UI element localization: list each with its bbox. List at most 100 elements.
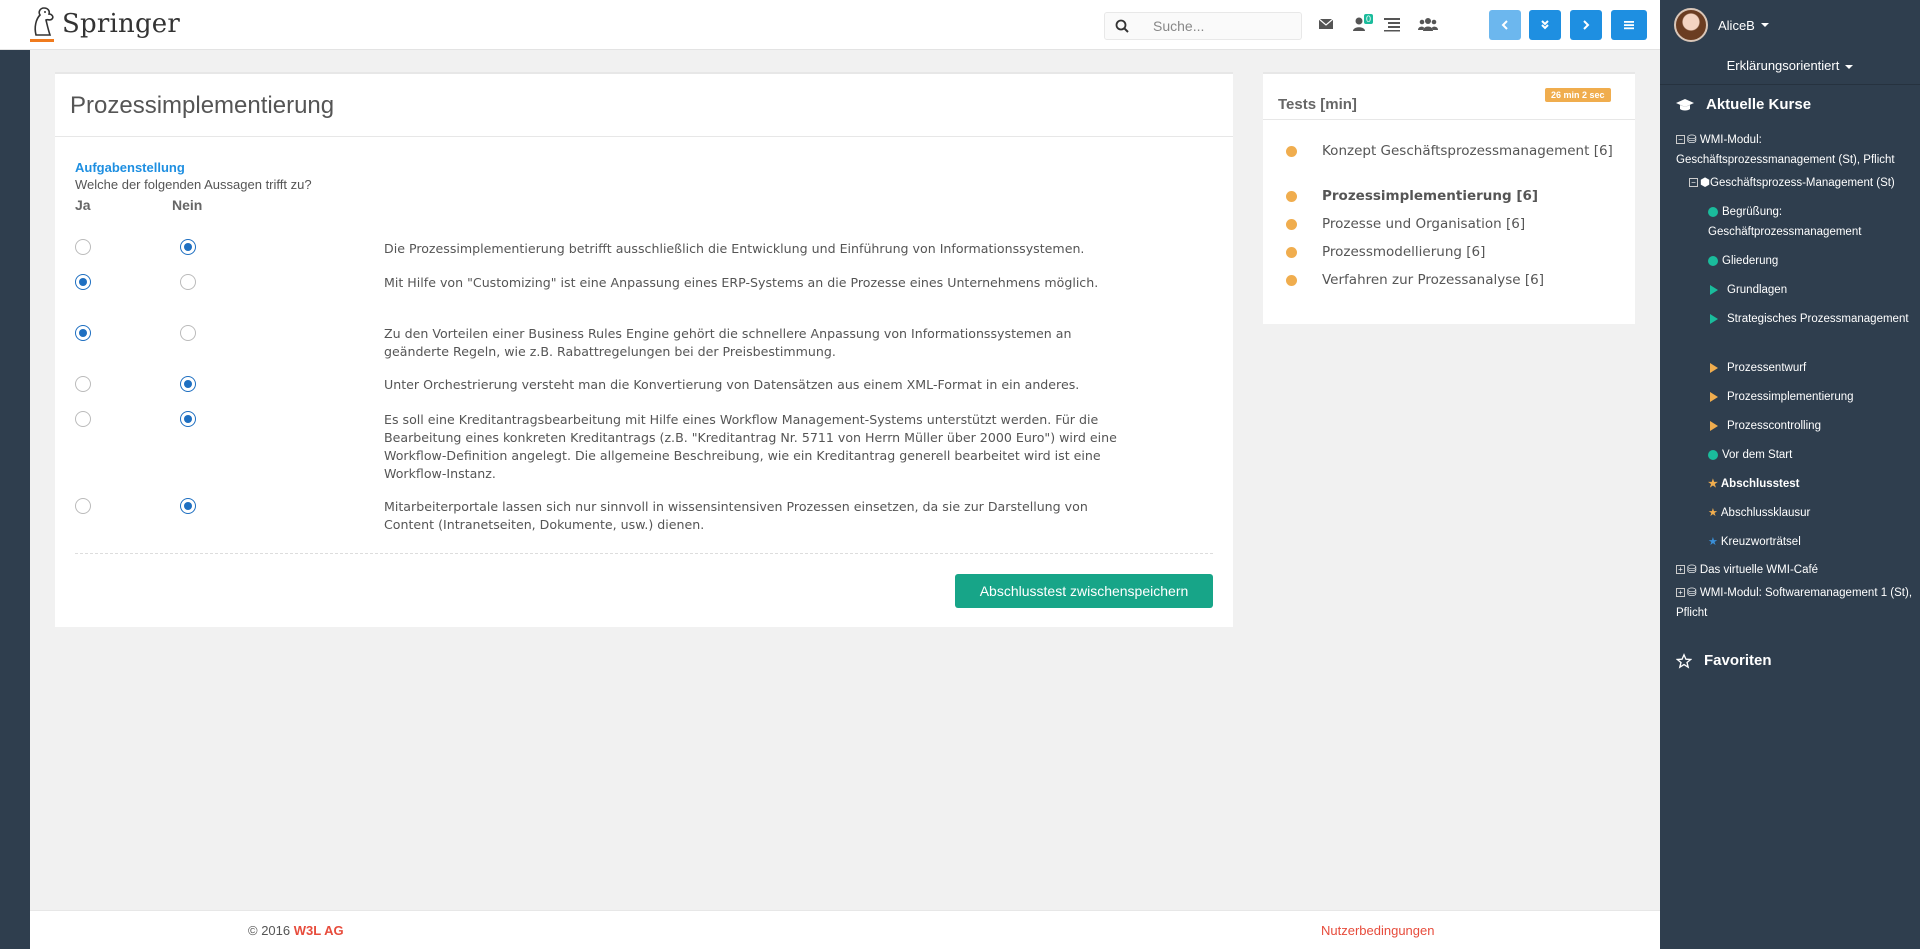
notification-badge: 0 <box>1364 14 1374 24</box>
sidebar-item-vor-dem-start[interactable]: Vor dem Start <box>1708 445 1792 465</box>
mode-dropdown[interactable]: Erklärungsorientiert <box>1660 58 1920 73</box>
list-icon[interactable] <box>1383 16 1401 32</box>
expand-icon: + <box>1676 588 1685 598</box>
sidebar-item-prozessimplementierung[interactable]: Prozessimplementierung <box>1710 387 1854 407</box>
current-courses-title: Aktuelle Kurse <box>1706 96 1812 113</box>
right-sidebar: AliceB Erklärungsorientiert Aktuelle Kur… <box>1660 0 1920 949</box>
double-chevron-down-icon <box>1541 20 1549 30</box>
radio-no-1[interactable] <box>180 239 196 255</box>
radio-no-2[interactable] <box>180 274 196 290</box>
course-gpm-sub[interactable]: − ⬢Geschäftsprozess-Management (St) <box>1689 173 1919 193</box>
current-courses-heading[interactable]: Aktuelle Kurse <box>1676 96 1811 113</box>
springer-logo[interactable]: Springer <box>28 5 181 42</box>
radio-no-5[interactable] <box>180 411 196 427</box>
radio-no-6[interactable] <box>180 498 196 514</box>
course-wmi-cafe[interactable]: + ⛁ Das virtuelle WMI-Café <box>1676 560 1818 580</box>
test-item[interactable]: Konzept Geschäftsprozessmanagement [6] <box>1286 142 1622 160</box>
next-button[interactable] <box>1570 10 1602 40</box>
radio-yes-1[interactable] <box>75 239 91 255</box>
collapse-icon: − <box>1676 135 1685 145</box>
favorites-heading[interactable]: Favoriten <box>1676 652 1772 669</box>
question-card: Prozessimplementierung Aufgabenstellung … <box>55 72 1233 627</box>
statement-3: Zu den Vorteilen einer Business Rules En… <box>384 326 1072 359</box>
dot-icon <box>1708 449 1718 460</box>
tests-title: Tests [min] <box>1278 96 1357 113</box>
play-icon <box>1710 362 1718 373</box>
star-icon: ★ <box>1708 478 1718 490</box>
sidebar-item-abschlussklausur[interactable]: ★ Abschlussklausur <box>1708 503 1810 523</box>
menu-icon <box>1624 21 1634 30</box>
timer-badge: 26 min 2 sec <box>1545 88 1611 102</box>
test-item-label: Konzept Geschäftsprozessmanagement [6] <box>1322 143 1613 159</box>
radio-no-4[interactable] <box>180 376 196 392</box>
sidebar-item-label: Prozesscontrolling <box>1727 420 1821 432</box>
star-icon: ★ <box>1708 536 1718 548</box>
course-wmi-swm[interactable]: + ⛁ WMI-Modul: Softwaremanagement 1 (St),… <box>1676 583 1916 623</box>
sidebar-item-label: Vor dem Start <box>1722 449 1793 461</box>
status-dot-icon <box>1286 247 1297 258</box>
test-item-active[interactable]: Prozessimplementierung [6] <box>1286 187 1622 205</box>
radio-yes-6[interactable] <box>75 498 91 514</box>
radio-yes-4[interactable] <box>75 376 91 392</box>
star-outline-icon <box>1676 652 1692 669</box>
sidebar-item-strategisches-pm[interactable]: Strategisches Prozessmanagement <box>1710 309 1910 329</box>
test-item-label: Prozesse und Organisation [6] <box>1322 216 1526 232</box>
play-icon <box>1710 284 1718 295</box>
user-name: AliceB <box>1718 17 1755 33</box>
expand-icon: + <box>1676 565 1685 575</box>
statement-1: Die Prozessimplementierung betrifft auss… <box>384 241 1085 256</box>
logo-text: Springer <box>62 9 181 39</box>
users-icon[interactable] <box>1418 16 1438 32</box>
page-title: Prozessimplementierung <box>70 92 335 119</box>
save-test-button[interactable]: Abschlusstest zwischenspeichern <box>955 574 1213 608</box>
sidebar-item-kreuzwortraetsel[interactable]: ★ Kreuzworträtsel <box>1708 532 1801 552</box>
status-dot-icon <box>1286 275 1297 286</box>
collapse-icon: − <box>1689 178 1698 188</box>
mode-label: Erklärungsorientiert <box>1726 58 1840 73</box>
divider <box>1263 119 1635 120</box>
avatar <box>1674 8 1708 42</box>
user-menu[interactable]: AliceB <box>1674 8 1769 42</box>
previous-button[interactable] <box>1489 10 1521 40</box>
caret-down-icon <box>1760 23 1769 27</box>
divider <box>55 136 1233 137</box>
course-wmi-gpm[interactable]: − ⛁ WMI-Modul: Geschäftsprozessmanagement… <box>1676 130 1916 170</box>
sidebar-item-gliederung[interactable]: Gliederung <box>1708 251 1778 271</box>
search-input[interactable]: Suche... <box>1104 12 1302 40</box>
springer-horse-icon <box>28 5 60 42</box>
footer: © 2016 W3L AG Nutzerbedingungen <box>30 910 1660 949</box>
search-icon <box>1115 19 1129 33</box>
menu-button[interactable] <box>1611 10 1647 40</box>
statement-4: Unter Orchestrierung versteht man die Ko… <box>384 377 1080 392</box>
radio-no-3[interactable] <box>180 325 196 341</box>
company-link[interactable]: W3L AG <box>294 923 344 938</box>
search-placeholder: Suche... <box>1153 18 1205 34</box>
radio-yes-2[interactable] <box>75 274 91 290</box>
dashed-divider <box>75 553 1213 554</box>
sidebar-item-label: Begrüßung: Geschäftprozessmanagement <box>1708 206 1862 238</box>
sidebar-item-abschlusstest[interactable]: ★ Abschlusstest <box>1708 474 1799 494</box>
terms-link[interactable]: Nutzerbedingungen <box>1321 923 1434 938</box>
sidebar-item-begruessung[interactable]: Begrüßung: Geschäftprozessmanagement <box>1708 202 1913 242</box>
test-item[interactable]: Prozesse und Organisation [6] <box>1286 215 1622 233</box>
expand-button[interactable] <box>1529 10 1561 40</box>
course-label: Das virtuelle WMI-Café <box>1699 564 1819 576</box>
envelope-icon[interactable] <box>1317 16 1335 32</box>
graduation-cap-icon <box>1676 98 1694 110</box>
status-dot-icon <box>1286 191 1297 202</box>
radio-yes-3[interactable] <box>75 325 91 341</box>
sidebar-item-label: Strategisches Prozessmanagement <box>1727 313 1909 325</box>
test-item[interactable]: Prozessmodellierung [6] <box>1286 243 1622 261</box>
course-label: WMI-Modul: Softwaremanagement 1 (St), Pf… <box>1676 587 1913 619</box>
test-item[interactable]: Verfahren zur Prozessanalyse [6] <box>1286 271 1622 289</box>
statement-2: Mit Hilfe von "Customizing" ist eine Anp… <box>384 275 1099 290</box>
chevron-left-icon <box>1501 20 1508 30</box>
radio-yes-5[interactable] <box>75 411 91 427</box>
sidebar-item-prozessentwurf[interactable]: Prozessentwurf <box>1710 358 1806 378</box>
copyright-prefix: © 2016 <box>248 923 291 938</box>
sidebar-item-prozesscontrolling[interactable]: Prozesscontrolling <box>1710 416 1821 436</box>
sidebar-item-label: Gliederung <box>1722 255 1779 267</box>
sidebar-item-grundlagen[interactable]: Grundlagen <box>1710 280 1787 300</box>
divider <box>1660 84 1920 85</box>
status-dot-icon <box>1286 146 1297 157</box>
